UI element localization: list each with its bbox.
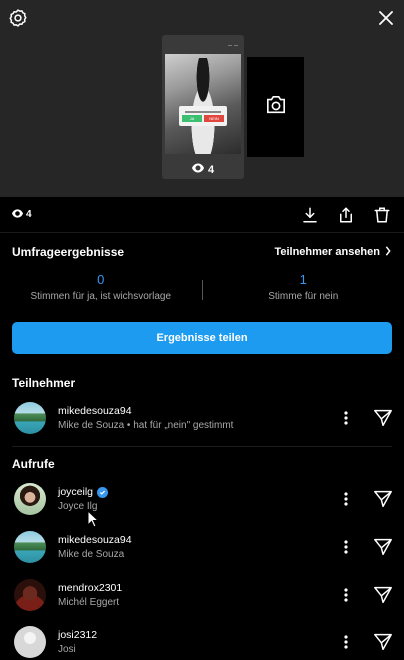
views-count: 4 [26, 209, 32, 220]
poll-results-title: Umfrageergebnisse [12, 245, 125, 259]
poll-result-label: Stimmen für ja, ist wichsvorlage [30, 291, 172, 302]
story-views-count: 4 [207, 163, 215, 176]
participants-title: Teilnehmer [12, 376, 76, 390]
trash-icon[interactable] [372, 205, 392, 225]
username[interactable]: mikedesouza94 [58, 405, 132, 417]
section-divider [12, 446, 392, 447]
more-vertical-icon[interactable] [338, 489, 354, 509]
avatar[interactable] [14, 531, 46, 563]
participant-row[interactable]: mikedesouza94 Mike de Souza • hat für „n… [0, 396, 404, 440]
poll-result-count: 1 [299, 272, 307, 287]
user-subtitle: Michél Eggert [58, 597, 120, 608]
send-icon[interactable] [372, 631, 394, 653]
actions-bar: 4 [0, 197, 404, 233]
more-vertical-icon[interactable] [338, 585, 354, 605]
viewer-row[interactable]: mikedesouza94 Mike de Souza [0, 525, 404, 569]
send-icon[interactable] [372, 488, 394, 510]
story-views: 4 [162, 163, 244, 176]
poll-question-line [185, 110, 221, 113]
story-preview-area: JA NEIN 4 [0, 0, 404, 197]
chevron-right-icon [384, 245, 392, 259]
user-subtitle: Josi [58, 644, 76, 655]
download-icon[interactable] [300, 205, 320, 225]
viewer-row[interactable]: joyceilg Joyce Ilg [0, 477, 404, 521]
poll-option-yes: JA [182, 114, 202, 122]
poll-result-no[interactable]: 1 Stimme für nein [203, 272, 404, 312]
username[interactable]: mikedesouza94 [58, 534, 132, 546]
send-icon[interactable] [372, 584, 394, 606]
poll-result-yes[interactable]: 0 Stimmen für ja, ist wichsvorlage [0, 272, 202, 312]
share-icon[interactable] [336, 205, 356, 225]
poll-results: 0 Stimmen für ja, ist wichsvorlage 1 Sti… [0, 272, 404, 312]
views-title: Aufrufe [12, 457, 55, 471]
user-subtitle: Mike de Souza • hat für „nein" gestimmt [58, 420, 234, 431]
mouse-cursor-icon [87, 509, 100, 528]
poll-sticker: JA NEIN [179, 106, 227, 126]
story-image: JA NEIN [165, 54, 241, 154]
avatar[interactable] [14, 402, 46, 434]
add-story-card[interactable] [247, 57, 304, 157]
username[interactable]: joyceilg [58, 486, 93, 498]
eye-icon [191, 163, 204, 176]
username[interactable]: mendrox2301 [58, 582, 122, 594]
views-counter[interactable]: 4 [12, 208, 32, 221]
avatar[interactable] [14, 626, 46, 658]
avatar[interactable] [14, 579, 46, 611]
share-results-button[interactable]: Ergebnisse teilen [12, 322, 392, 354]
more-vertical-icon[interactable] [338, 632, 354, 652]
send-icon[interactable] [372, 407, 394, 429]
story-thumbnail[interactable]: JA NEIN 4 [162, 35, 244, 179]
close-icon[interactable] [376, 8, 396, 28]
gear-icon[interactable] [8, 8, 28, 28]
see-participants-label: Teilnehmer ansehen [274, 246, 380, 258]
story-progress-dots [228, 45, 238, 46]
eye-icon [12, 208, 23, 221]
camera-icon [265, 95, 287, 120]
more-vertical-icon[interactable] [338, 408, 354, 428]
poll-results-header: Umfrageergebnisse Teilnehmer ansehen [12, 243, 392, 261]
poll-result-count: 0 [97, 272, 105, 287]
avatar[interactable] [14, 483, 46, 515]
username[interactable]: josi2312 [58, 629, 97, 641]
verified-badge-icon [97, 486, 109, 498]
user-subtitle: Joyce Ilg [58, 501, 98, 512]
send-icon[interactable] [372, 536, 394, 558]
user-subtitle: Mike de Souza [58, 549, 125, 560]
viewer-row[interactable]: josi2312 Josi [0, 620, 404, 660]
see-participants-link[interactable]: Teilnehmer ansehen [274, 245, 392, 259]
poll-option-no: NEIN [204, 114, 224, 122]
poll-result-label: Stimme für nein [268, 291, 339, 302]
more-vertical-icon[interactable] [338, 537, 354, 557]
viewer-row[interactable]: mendrox2301 Michél Eggert [0, 573, 404, 617]
